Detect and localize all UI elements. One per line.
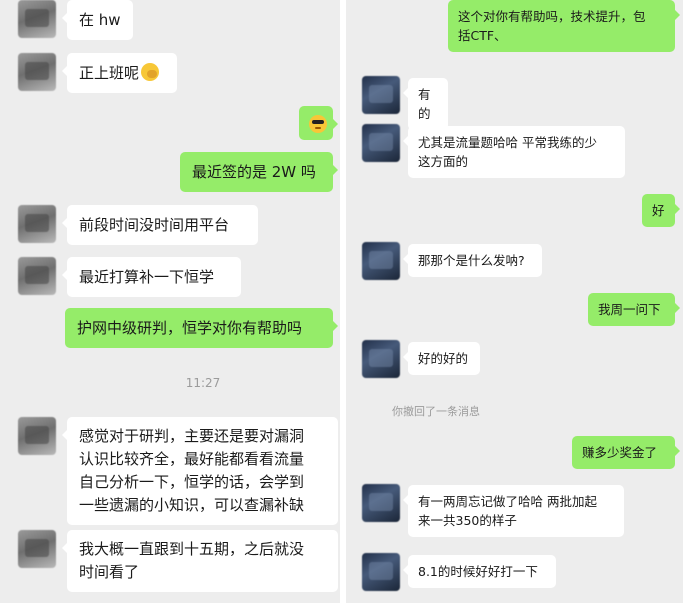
contact-avatar[interactable] — [362, 242, 400, 280]
left-chat-panel: 在 hw 正上班呢 最近签的是 2W 吗 前段时间没时间用平台 最近打算补一下恒… — [0, 0, 340, 603]
message-text: 赚多少奖金了 — [582, 445, 658, 460]
incoming-message[interactable]: 正上班呢 — [62, 53, 177, 93]
outgoing-message[interactable]: 赚多少奖金了 — [572, 436, 680, 469]
contact-avatar[interactable] — [18, 0, 56, 38]
recall-notice: 你撤回了一条消息 — [392, 405, 480, 418]
message-text: 有的 — [418, 87, 431, 121]
outgoing-message[interactable]: 我周一问下 — [588, 293, 680, 326]
contact-avatar[interactable] — [362, 340, 400, 378]
sunglasses-emoji-icon — [309, 115, 327, 133]
timestamp: 11:27 — [185, 376, 221, 390]
message-text: 最近签的是 2W 吗 — [192, 163, 316, 181]
outgoing-message[interactable]: 好 — [642, 194, 680, 227]
message-text: 好的好的 — [418, 351, 469, 366]
outgoing-message[interactable]: 护网中级研判，恒学对你有帮助吗 — [65, 308, 338, 348]
message-text: 好 — [652, 203, 665, 218]
message-text: 最近打算补一下恒学 — [79, 268, 215, 286]
incoming-message[interactable]: 8.1的时候好好打一下 — [403, 555, 556, 588]
contact-avatar[interactable] — [18, 53, 56, 91]
message-text: 正上班呢 — [79, 64, 140, 82]
outgoing-message[interactable]: 最近签的是 2W 吗 — [180, 152, 338, 192]
message-text: 那那个是什么发呐? — [418, 253, 525, 268]
message-text: 在 hw — [79, 11, 121, 29]
contact-avatar[interactable] — [18, 417, 56, 455]
contact-avatar[interactable] — [18, 257, 56, 295]
message-text: 护网中级研判，恒学对你有帮助吗 — [77, 319, 303, 337]
incoming-message[interactable]: 好的好的 — [403, 342, 480, 375]
facepalm-emoji-icon — [141, 63, 160, 81]
outgoing-message[interactable] — [299, 106, 338, 140]
incoming-message[interactable]: 我大概一直跟到十五期，之后就没 时间看了 — [62, 530, 338, 592]
incoming-message[interactable]: 有的 — [403, 78, 448, 130]
message-text: 感觉对于研判，主要还是要对漏洞 认识比较齐全，最好能都看看流量 自己分析一下，恒… — [79, 427, 305, 514]
incoming-message[interactable]: 前段时间没时间用平台 — [62, 205, 258, 245]
incoming-message[interactable]: 那那个是什么发呐? — [403, 244, 542, 277]
contact-avatar[interactable] — [362, 76, 400, 114]
message-text: 这个对你有帮助吗，技术提升，包 括CTF、 — [458, 9, 646, 43]
message-text: 尤其是流量题哈哈 平常我练的少 这方面的 — [418, 135, 597, 169]
contact-avatar[interactable] — [362, 484, 400, 522]
incoming-message[interactable]: 感觉对于研判，主要还是要对漏洞 认识比较齐全，最好能都看看流量 自己分析一下，恒… — [62, 417, 338, 525]
contact-avatar[interactable] — [362, 124, 400, 162]
message-text: 前段时间没时间用平台 — [79, 216, 230, 234]
message-text: 我大概一直跟到十五期，之后就没 时间看了 — [79, 540, 305, 581]
right-chat-panel: 这个对你有帮助吗，技术提升，包 括CTF、 有的 尤其是流量题哈哈 平常我练的少… — [346, 0, 683, 603]
incoming-message[interactable]: 最近打算补一下恒学 — [62, 257, 241, 297]
outgoing-message[interactable]: 这个对你有帮助吗，技术提升，包 括CTF、 — [448, 0, 680, 52]
incoming-message[interactable]: 在 hw — [62, 0, 133, 40]
incoming-message[interactable]: 尤其是流量题哈哈 平常我练的少 这方面的 — [403, 126, 625, 178]
contact-avatar[interactable] — [18, 205, 56, 243]
message-text: 8.1的时候好好打一下 — [418, 564, 538, 579]
message-text: 我周一问下 — [598, 302, 661, 317]
contact-avatar[interactable] — [362, 553, 400, 591]
contact-avatar[interactable] — [18, 530, 56, 568]
message-text: 有一两周忘记做了哈哈 两批加起 来一共350的样子 — [418, 494, 597, 528]
incoming-message[interactable]: 有一两周忘记做了哈哈 两批加起 来一共350的样子 — [403, 485, 624, 537]
